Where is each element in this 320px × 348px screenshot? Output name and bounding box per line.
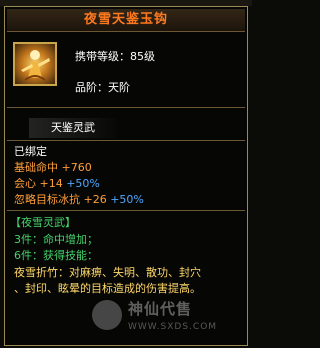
divider	[7, 107, 245, 108]
gold-character-icon	[21, 50, 50, 81]
watermark: 神仙代售 WWW.SXDS.COM	[92, 296, 246, 342]
set-skill-desc-1: 夜雪折竹：对麻痹、失明、散功、封穴	[14, 266, 201, 279]
set-category-tag: 天鉴灵武	[29, 118, 117, 138]
watermark-text: 神仙代售	[128, 300, 193, 318]
set-title: 【夜雪灵武】	[10, 216, 76, 229]
watermark-logo-icon	[92, 300, 122, 330]
watermark-url: WWW.SXDS.COM	[128, 322, 218, 332]
divider	[7, 210, 245, 211]
stat-row-hit: 基础命中 +760	[14, 159, 92, 175]
set-bonus-3: 3件：命中增加；	[14, 233, 98, 246]
set-skill-desc-2: 、封印、眩晕的目标造成的伤害提高。	[14, 282, 201, 295]
stat-value: +14	[39, 177, 63, 190]
item-icon	[13, 42, 57, 86]
set-bonus-6: 6件：获得技能：	[14, 249, 98, 262]
stat-name: 会心	[14, 177, 36, 190]
bound-status: 已绑定	[14, 145, 47, 158]
stat-row-crit: 会心 +14 +50%	[14, 175, 100, 191]
item-tooltip: 夜雪天鉴玉钩 携带等级：85级 品阶：天阶 天鉴灵武 已绑定 基础命中 +760…	[4, 6, 248, 346]
item-title: 夜雪天鉴玉钩	[7, 9, 245, 32]
stat-value: +760	[61, 161, 92, 174]
stat-bonus: +50%	[110, 193, 144, 206]
divider	[7, 140, 245, 141]
required-level: 携带等级：85级	[75, 50, 155, 63]
stat-bonus: +50%	[66, 177, 100, 190]
item-grade: 品阶：天阶	[75, 81, 130, 94]
stat-name: 基础命中	[14, 161, 58, 174]
stat-name: 忽略目标冰抗	[14, 193, 80, 206]
stat-value: +26	[83, 193, 107, 206]
stat-row-ice-pen: 忽略目标冰抗 +26 +50%	[14, 191, 144, 207]
